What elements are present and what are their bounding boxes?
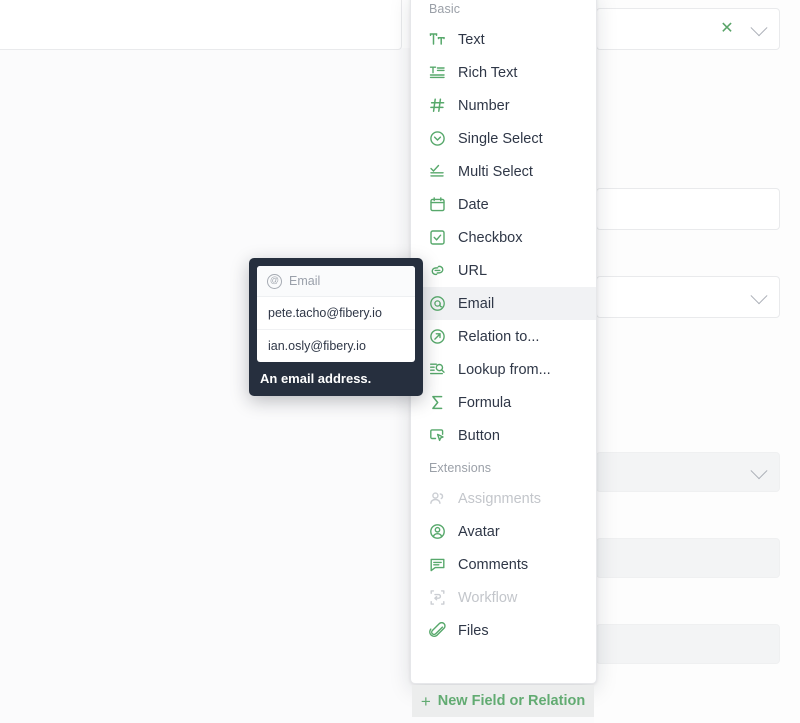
menu-item-label: Text bbox=[458, 32, 485, 48]
email-at-icon bbox=[429, 295, 446, 312]
section-label-extensions: Extensions bbox=[411, 452, 596, 482]
menu-section-extensions: Extensions Assignments Avatar bbox=[411, 452, 596, 647]
menu-item-email[interactable]: Email bbox=[411, 287, 596, 320]
new-field-label: New Field or Relation bbox=[438, 693, 585, 709]
menu-item-files[interactable]: Files bbox=[411, 614, 596, 647]
field-row-select-2[interactable] bbox=[596, 452, 780, 492]
tooltip-preview-table: @ Email pete.tacho@fibery.io ian.osly@fi… bbox=[257, 266, 415, 362]
tooltip-description: An email address. bbox=[257, 362, 415, 396]
menu-item-single-select[interactable]: Single Select bbox=[411, 122, 596, 155]
plus-icon: + bbox=[421, 693, 431, 710]
field-row-disabled-1 bbox=[596, 538, 780, 578]
avatar-icon bbox=[429, 523, 446, 540]
field-row-select-1[interactable] bbox=[596, 276, 780, 318]
tooltip-column-header: @ Email bbox=[257, 266, 415, 297]
menu-item-label: Assignments bbox=[458, 491, 541, 507]
menu-item-label: Workflow bbox=[458, 590, 517, 606]
users-icon bbox=[429, 490, 446, 507]
menu-item-label: Single Select bbox=[458, 131, 543, 147]
menu-item-number[interactable]: Number bbox=[411, 89, 596, 122]
single-select-icon bbox=[429, 130, 446, 147]
field-type-tooltip: @ Email pete.tacho@fibery.io ian.osly@fi… bbox=[249, 258, 423, 396]
number-hash-icon bbox=[429, 97, 446, 114]
workflow-icon bbox=[429, 589, 446, 606]
field-row-number[interactable]: 20 bbox=[596, 188, 780, 230]
email-at-icon: @ bbox=[267, 274, 282, 289]
calendar-icon bbox=[429, 196, 446, 213]
menu-item-label: Formula bbox=[458, 395, 511, 411]
menu-item-label: Relation to... bbox=[458, 329, 539, 345]
new-field-or-relation-button[interactable]: + New Field or Relation bbox=[412, 685, 594, 717]
menu-item-label: Lookup from... bbox=[458, 362, 551, 378]
link-icon bbox=[429, 262, 446, 279]
button-click-icon bbox=[429, 427, 446, 444]
menu-item-lookup-from[interactable]: Lookup from... bbox=[411, 353, 596, 386]
field-type-menu[interactable]: Basic Text Rich Text bbox=[410, 0, 597, 684]
menu-section-basic: Basic Text Rich Text bbox=[411, 0, 596, 452]
tooltip-column-label: Email bbox=[289, 274, 320, 288]
chevron-down-icon[interactable] bbox=[751, 19, 768, 36]
menu-item-workflow: Workflow bbox=[411, 581, 596, 614]
menu-item-label: Button bbox=[458, 428, 500, 444]
menu-item-label: Avatar bbox=[458, 524, 500, 540]
menu-item-avatar[interactable]: Avatar bbox=[411, 515, 596, 548]
menu-item-comments[interactable]: Comments bbox=[411, 548, 596, 581]
menu-item-date[interactable]: Date bbox=[411, 188, 596, 221]
checkbox-icon bbox=[429, 229, 446, 246]
menu-item-formula[interactable]: Formula bbox=[411, 386, 596, 419]
chevron-down-icon[interactable] bbox=[751, 287, 768, 304]
menu-item-url[interactable]: URL bbox=[411, 254, 596, 287]
menu-item-label: Number bbox=[458, 98, 510, 114]
menu-item-label: Checkbox bbox=[458, 230, 522, 246]
tooltip-preview-row: ian.osly@fibery.io bbox=[257, 330, 415, 362]
paperclip-icon bbox=[429, 622, 446, 639]
chevron-down-icon[interactable] bbox=[751, 462, 768, 479]
close-x-icon[interactable]: ✕ bbox=[719, 21, 735, 37]
menu-item-multi-select[interactable]: Multi Select bbox=[411, 155, 596, 188]
menu-item-label: URL bbox=[458, 263, 487, 279]
menu-item-label: Multi Select bbox=[458, 164, 533, 180]
menu-item-label: Date bbox=[458, 197, 489, 213]
formula-sigma-icon bbox=[429, 394, 446, 411]
menu-item-assignments: Assignments bbox=[411, 482, 596, 515]
menu-item-label: Email bbox=[458, 296, 494, 312]
rich-text-icon bbox=[429, 64, 446, 81]
menu-item-text[interactable]: Text bbox=[411, 23, 596, 56]
text-icon bbox=[429, 31, 446, 48]
right-column-strip bbox=[594, 0, 800, 723]
menu-item-label: Comments bbox=[458, 557, 528, 573]
menu-item-rich-text[interactable]: Rich Text bbox=[411, 56, 596, 89]
relation-arrow-icon bbox=[429, 328, 446, 345]
menu-item-relation-to[interactable]: Relation to... bbox=[411, 320, 596, 353]
section-label-basic: Basic bbox=[411, 0, 596, 23]
lookup-search-icon bbox=[429, 361, 446, 378]
tooltip-preview-row: pete.tacho@fibery.io bbox=[257, 297, 415, 330]
menu-item-label: Rich Text bbox=[458, 65, 517, 81]
menu-item-label: Files bbox=[458, 623, 489, 639]
menu-item-button[interactable]: Button bbox=[411, 419, 596, 452]
field-row-disabled-2 bbox=[596, 624, 780, 664]
comment-icon bbox=[429, 556, 446, 573]
top-left-card bbox=[0, 0, 402, 50]
multi-select-icon bbox=[429, 163, 446, 180]
field-row-top[interactable]: ✕ bbox=[596, 8, 780, 50]
menu-item-checkbox[interactable]: Checkbox bbox=[411, 221, 596, 254]
